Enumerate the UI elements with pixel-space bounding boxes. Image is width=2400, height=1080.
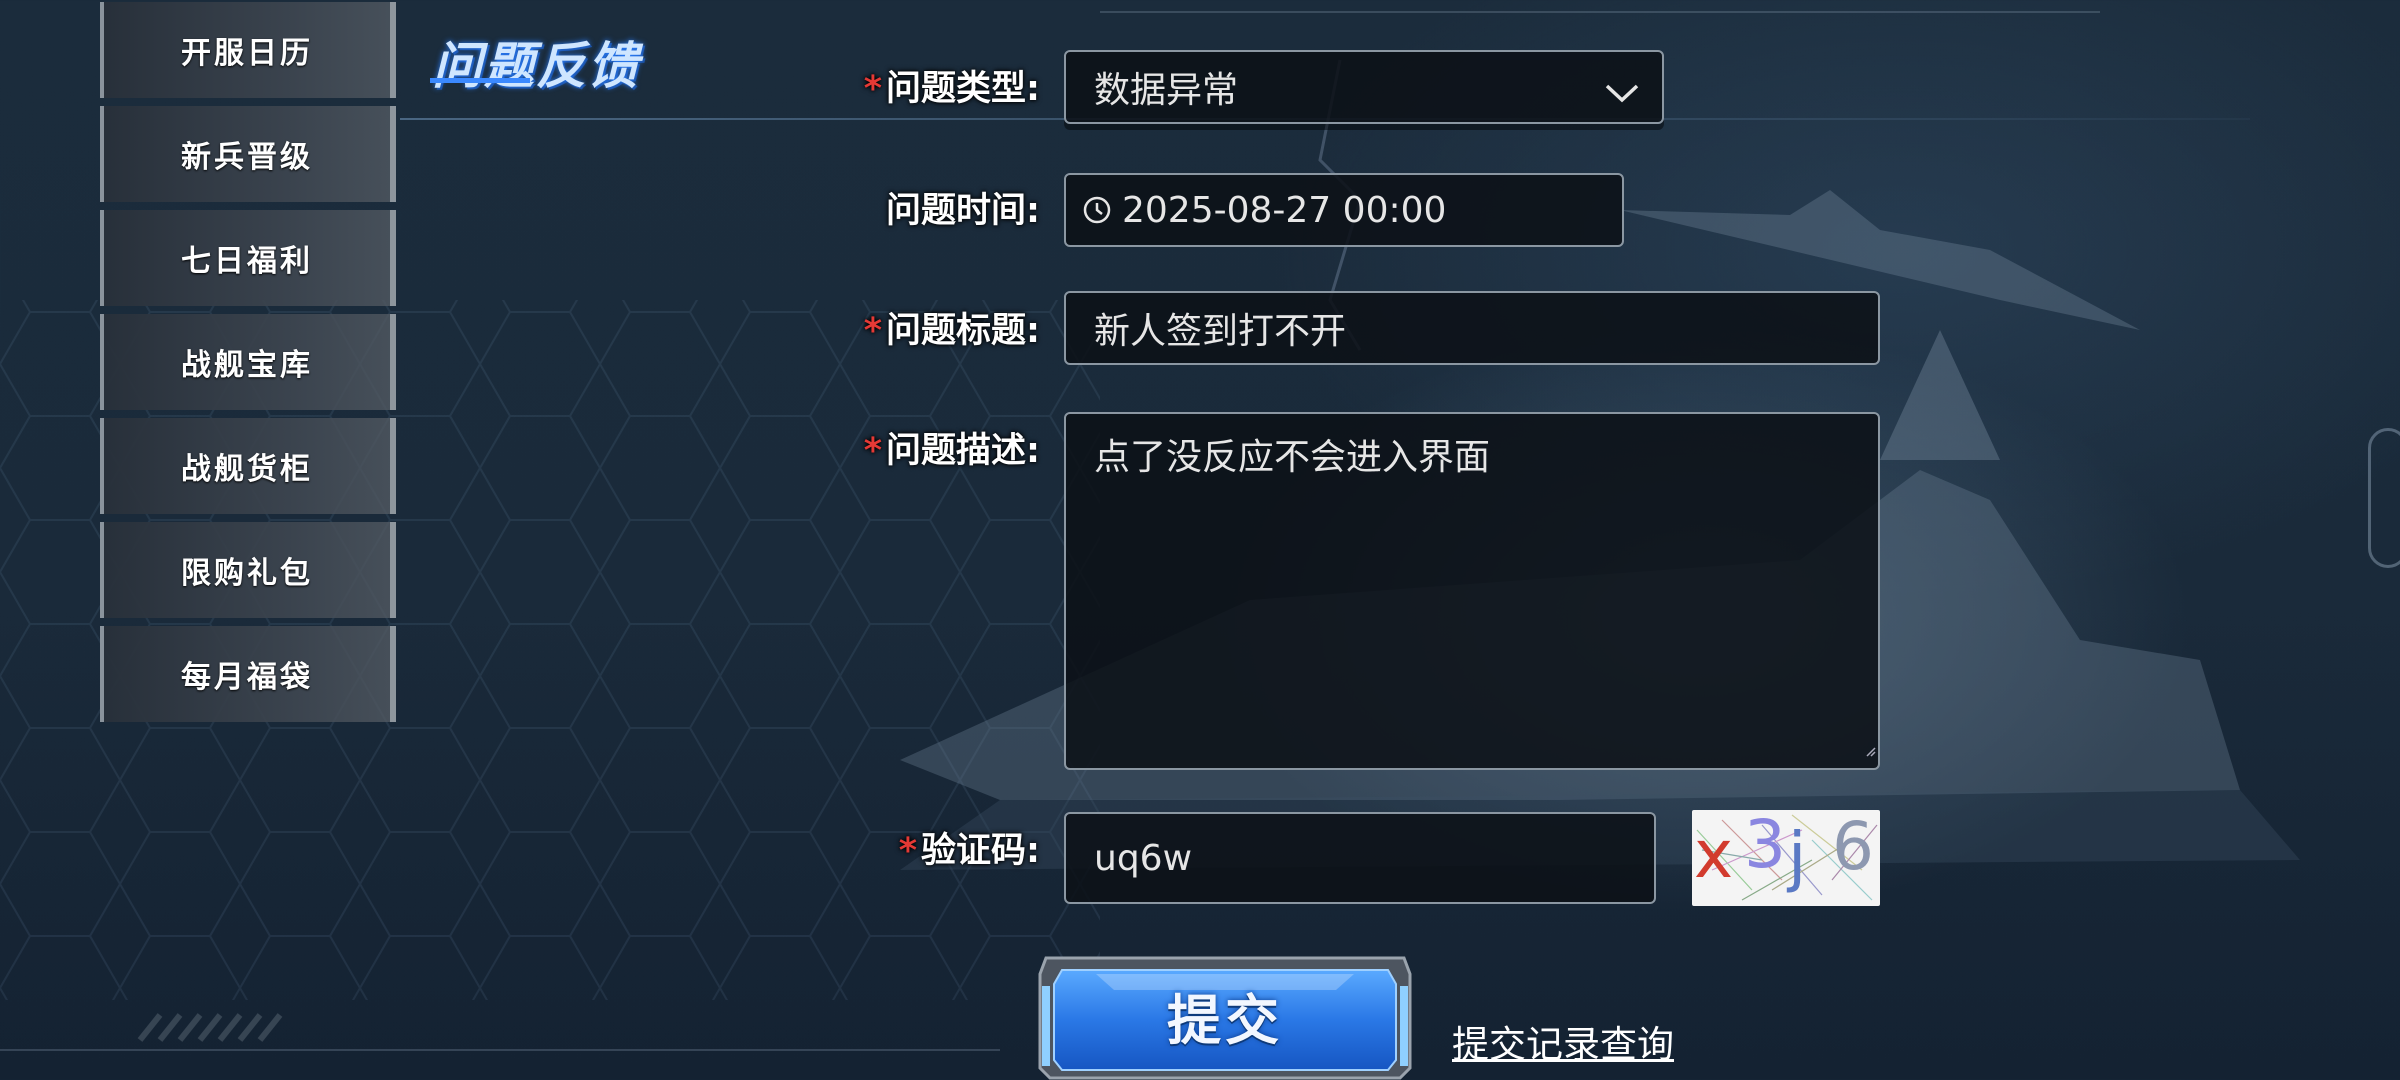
captcha-value: uq6w: [1094, 837, 1193, 879]
sidebar-item-label: 新兵晋级: [181, 140, 313, 175]
issue-time-picker[interactable]: 2025-08-27 00:00: [1064, 173, 1624, 247]
sidebar-item-label: 战舰货柜: [181, 452, 313, 487]
sidebar-item-seven-day-benefits[interactable]: 七日福利: [100, 210, 396, 306]
issue-type-label-text: 问题类型:: [886, 69, 1040, 109]
sidebar-item-warship-cabinet[interactable]: 战舰货柜: [100, 418, 396, 514]
captcha-image[interactable]: x 3 j 6: [1692, 810, 1880, 906]
sidebar-item-label: 限购礼包: [181, 556, 313, 591]
issue-subject-value: 新人签到打不开: [1094, 311, 1347, 352]
issue-type-select[interactable]: 数据异常: [1064, 50, 1664, 124]
resize-grip-icon[interactable]: [1866, 725, 1876, 766]
issue-description-value: 点了没反应不会进入界面: [1094, 437, 1491, 478]
sidebar-item-label: 开服日历: [181, 36, 313, 71]
issue-time-label-text: 问题时间:: [886, 191, 1040, 231]
issue-description-label-text: 问题描述:: [886, 431, 1040, 471]
submit-button-label: 提交: [1167, 988, 1283, 1052]
submit-button[interactable]: 提交: [1036, 950, 1414, 1080]
issue-subject-label: * 问题标题:: [800, 302, 1040, 353]
required-mark: *: [863, 311, 882, 351]
issue-description-textarea[interactable]: 点了没反应不会进入界面: [1064, 412, 1880, 770]
captcha-label-text: 验证码:: [921, 831, 1040, 871]
sidebar-item-label: 战舰宝库: [181, 348, 313, 383]
issue-subject-label-text: 问题标题:: [886, 311, 1040, 351]
issue-type-label: * 问题类型:: [800, 60, 1040, 111]
chevron-down-icon[interactable]: [1604, 74, 1640, 115]
issue-type-value: 数据异常: [1094, 70, 1239, 111]
sidebar-item-monthly-bag[interactable]: 每月福袋: [100, 626, 396, 722]
sidebar-item-label: 七日福利: [181, 244, 313, 279]
sidebar-item-server-calendar[interactable]: 开服日历: [100, 2, 396, 98]
issue-description-label: * 问题描述:: [800, 422, 1040, 473]
captcha-char: j: [1788, 818, 1807, 895]
captcha-char: 3: [1744, 810, 1786, 883]
submission-records-link[interactable]: 提交记录查询: [1452, 1014, 1674, 1068]
page-title: 问题反馈: [432, 37, 640, 95]
sidebar-item-limited-packs[interactable]: 限购礼包: [100, 522, 396, 618]
title-underline: [430, 78, 530, 83]
captcha-char: x: [1694, 816, 1734, 893]
sidebar-item-label: 每月福袋: [181, 660, 313, 695]
captcha-label: * 验证码:: [800, 822, 1040, 873]
edge-drawer-handle[interactable]: [2368, 428, 2400, 568]
issue-subject-input[interactable]: 新人签到打不开: [1064, 291, 1880, 365]
issue-time-label: 问题时间:: [800, 182, 1040, 233]
required-mark: *: [863, 69, 882, 109]
clock-icon: [1082, 195, 1112, 225]
required-mark: *: [863, 431, 882, 471]
issue-time-value: 2025-08-27 00:00: [1122, 189, 1447, 231]
captcha-input[interactable]: uq6w: [1064, 812, 1656, 904]
sidebar-item-warship-vault[interactable]: 战舰宝库: [100, 314, 396, 410]
sidebar-item-recruit-promotion[interactable]: 新兵晋级: [100, 106, 396, 202]
captcha-char: 6: [1832, 810, 1874, 885]
required-mark: *: [898, 831, 917, 871]
